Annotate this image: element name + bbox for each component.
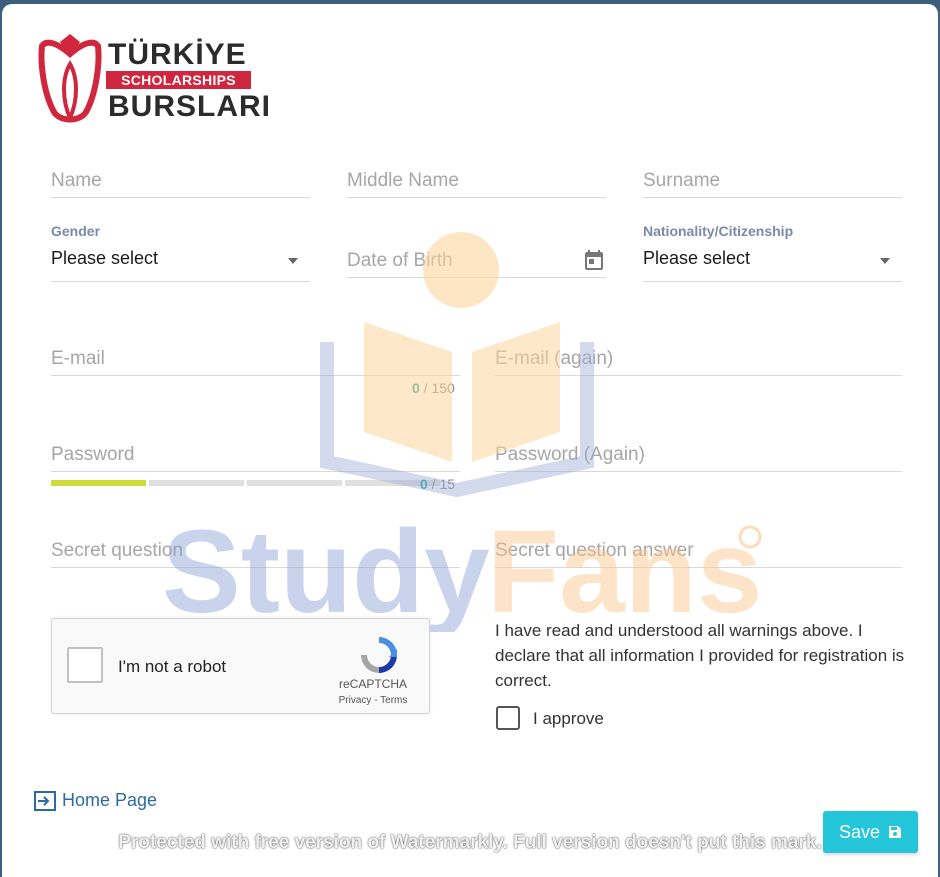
- password-counter-max: / 15: [427, 476, 456, 492]
- watermarkly-notice: Protected with free version of Watermark…: [118, 832, 822, 853]
- secret-answer-field: [495, 518, 902, 568]
- date-of-birth-input[interactable]: [347, 250, 606, 272]
- chevron-down-icon: [880, 258, 890, 264]
- password-again-field: [495, 422, 902, 472]
- sign-in-icon: [34, 790, 56, 811]
- email-counter-max: / 150: [419, 380, 455, 396]
- strength-segment: [149, 480, 244, 486]
- secret-question-input[interactable]: [51, 540, 460, 562]
- email-input[interactable]: [51, 348, 460, 370]
- surname-field: [643, 148, 902, 198]
- logo-band-scholarships: SCHOLARSHIPS: [106, 71, 251, 89]
- chevron-down-icon: [288, 258, 298, 264]
- nationality-value: Please select: [643, 248, 751, 268]
- surname-input[interactable]: [643, 170, 902, 192]
- gender-label: Gender: [51, 223, 101, 239]
- recaptcha-widget: I'm not a robot reCAPTCHA Privacy - Term…: [51, 618, 430, 714]
- approve-checkbox[interactable]: [496, 706, 520, 730]
- turkiye-burslari-logo: TÜRKİYE SCHOLARSHIPS BURSLARI: [38, 34, 270, 126]
- recaptcha-checkbox[interactable]: [67, 647, 103, 683]
- home-page-link[interactable]: Home Page: [34, 790, 157, 811]
- home-page-link-label: Home Page: [62, 790, 158, 810]
- secret-answer-input[interactable]: [495, 540, 902, 562]
- gender-value: Please select: [51, 248, 159, 268]
- name-field: [51, 148, 310, 198]
- middle-name-field: [347, 148, 606, 198]
- password-strength-meter: [51, 480, 440, 486]
- recaptcha-icon: [361, 637, 397, 673]
- declaration-text: I have read and understood all warnings …: [495, 621, 905, 690]
- logo-line-burslari: BURSLARI: [108, 90, 271, 123]
- tulip-icon: [38, 34, 102, 123]
- secret-question-field: [51, 518, 460, 568]
- registration-modal: TÜRKİYE SCHOLARSHIPS BURSLARI Gender Ple…: [2, 4, 938, 877]
- password-again-input[interactable]: [495, 444, 902, 466]
- gender-select[interactable]: Gender Please select: [51, 223, 310, 282]
- email-char-counter: 0 / 150: [412, 380, 455, 396]
- nationality-select[interactable]: Nationality/Citizenship Please select: [643, 223, 902, 282]
- recaptcha-label: I'm not a robot: [118, 657, 227, 676]
- email-again-input[interactable]: [495, 348, 902, 370]
- password-char-counter: 0 / 15: [420, 476, 455, 492]
- password-input[interactable]: [51, 444, 460, 466]
- email-again-field: [495, 326, 902, 376]
- strength-segment: [51, 480, 146, 486]
- password-counter-current: 0: [420, 476, 428, 492]
- logo-line-turkiye: TÜRKİYE: [108, 38, 247, 71]
- middle-name-input[interactable]: [347, 170, 606, 192]
- name-input[interactable]: [51, 170, 310, 192]
- email-field: [51, 326, 460, 376]
- recaptcha-brand: reCAPTCHA: [338, 677, 407, 691]
- date-of-birth-field[interactable]: [347, 228, 606, 278]
- calendar-icon[interactable]: [582, 248, 606, 272]
- nationality-label: Nationality/Citizenship: [643, 223, 794, 239]
- password-field: [51, 422, 460, 472]
- email-counter-current: 0: [412, 380, 420, 396]
- strength-segment: [247, 480, 342, 486]
- approve-label[interactable]: I approve: [533, 709, 604, 729]
- recaptcha-terms-link[interactable]: Privacy - Terms: [333, 695, 413, 706]
